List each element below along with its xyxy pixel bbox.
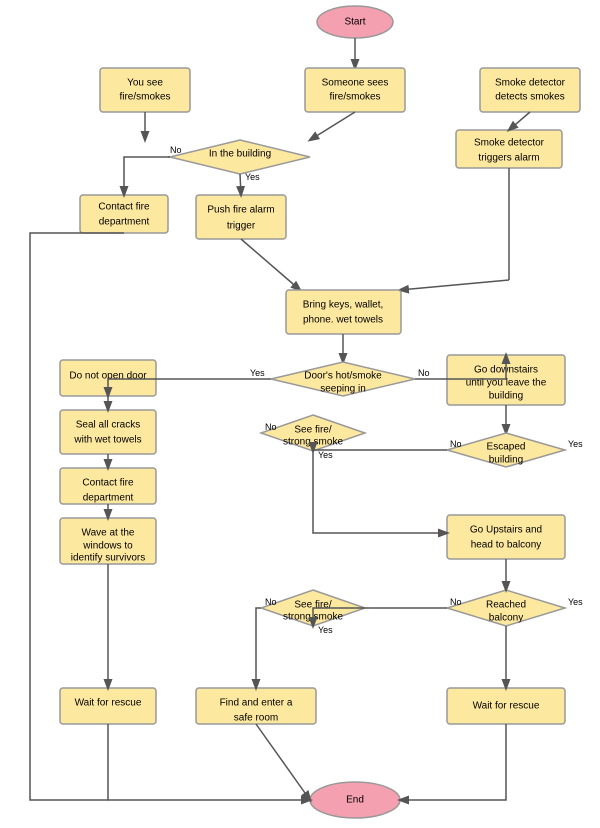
seal-cracks-node <box>60 410 156 454</box>
start-label: Start <box>344 17 365 28</box>
arrow-someone-diamond <box>310 112 355 140</box>
someone-sees-label: Someone sees <box>322 78 389 89</box>
reached-balcony-label2: balcony <box>489 613 523 624</box>
smoke-detector-node <box>480 68 580 112</box>
yes-reached: Yes <box>568 597 583 607</box>
wave-windows-label2: windows to <box>82 541 133 552</box>
no-label-building: No <box>170 145 182 155</box>
you-see-node <box>100 68 190 112</box>
see-fire1-label2: strong smoke <box>283 437 343 448</box>
no-seefire1: No <box>265 422 277 432</box>
doors-hot-label2: seeping in <box>320 384 366 395</box>
end-label: End <box>346 795 364 806</box>
you-see-label2: fire/smokes <box>119 92 170 103</box>
arrow-waitrescue1-end <box>108 724 310 800</box>
go-upstairs-label2: head to balcony <box>471 540 542 551</box>
bring-keys-label: Bring keys, wallet, <box>303 300 384 311</box>
arrow-noescaped-seefire1 <box>313 450 447 451</box>
arrow-yes-pushalarm <box>240 174 241 195</box>
contact-fire2-label: Contact fire <box>82 478 134 489</box>
no-seefire2: No <box>265 597 277 607</box>
wait-rescue1-label: Wait for rescue <box>75 698 142 709</box>
smoke-detector-label: Smoke detector <box>495 78 566 89</box>
someone-sees-node <box>305 68 405 112</box>
wave-windows-label: Wave at the <box>82 528 135 539</box>
yes-seefire2: Yes <box>318 625 333 635</box>
arrow-no-contact <box>124 157 170 195</box>
arrow-yesseefire1-upstairs <box>313 451 447 533</box>
smoke-detector-label2: detects smokes <box>495 92 564 103</box>
seal-cracks-label: Seal all cracks <box>76 420 140 431</box>
push-alarm-label2: trigger <box>227 221 256 232</box>
no-reached: No <box>450 597 462 607</box>
you-see-label: You see <box>127 78 163 89</box>
arrow-waitrescue2-end <box>400 724 506 800</box>
arrow-pushalarm-bring <box>241 239 300 290</box>
bring-keys-node <box>286 290 401 334</box>
smoke-triggers-label2: triggers alarm <box>478 153 539 164</box>
bring-keys-label2: phone. wet towels <box>303 315 383 326</box>
arrow-noseefire2-findsafe <box>256 608 261 688</box>
no-escaped: No <box>450 439 462 449</box>
contact-fire1-label2: department <box>99 217 150 228</box>
yes-label-building: Yes <box>245 172 260 182</box>
arrow-smoke-triggers <box>509 112 530 130</box>
contact-fire2-label2: department <box>83 493 134 504</box>
push-alarm-node <box>196 195 286 239</box>
seal-cracks-label2: with wet towels <box>73 435 141 446</box>
yes-doorship: Yes <box>250 368 265 378</box>
go-upstairs-node <box>447 515 565 559</box>
doors-hot-label: Door's hot/smoke <box>304 371 382 382</box>
find-safe-label: Find and enter a <box>220 698 293 709</box>
push-alarm-label: Push fire alarm <box>207 205 274 216</box>
yes-seefire1: Yes <box>318 450 333 460</box>
go-upstairs-label: Go Upstairs and <box>470 525 542 536</box>
wait-rescue2-label: Wait for rescue <box>473 701 540 712</box>
no-doorship: No <box>418 368 430 378</box>
smoke-triggers-label: Smoke detector <box>474 138 545 149</box>
wave-windows-label3: identify survivors <box>71 553 145 564</box>
in-building-label: In the building <box>209 149 271 160</box>
yes-escaped: Yes <box>568 439 583 449</box>
someone-sees-label2: fire/smokes <box>329 92 380 103</box>
arrow-smoketriggers-bring <box>400 280 509 290</box>
escaped-label2: building <box>489 455 523 466</box>
see-fire1-label: See fire/ <box>294 425 331 436</box>
reached-balcony-label: Reached <box>486 600 526 611</box>
contact-fire1-label: Contact fire <box>98 202 150 213</box>
escaped-label: Escaped <box>487 442 526 453</box>
go-downstairs-label3: building <box>489 391 523 402</box>
arrow-findsafe-end <box>256 724 310 800</box>
find-safe-label2: safe room <box>234 713 278 724</box>
